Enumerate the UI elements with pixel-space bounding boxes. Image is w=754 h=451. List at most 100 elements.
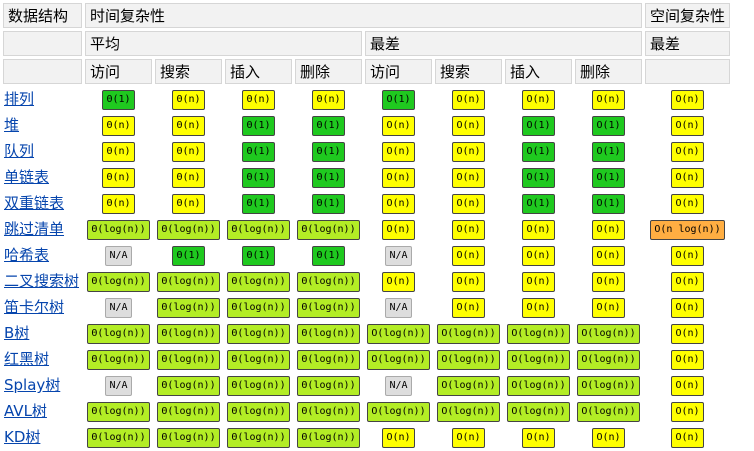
complexity-cell: Θ(1) xyxy=(295,191,362,214)
row-name-cell: 红黑树 xyxy=(3,347,82,370)
complexity-cell: Θ(1) xyxy=(295,243,362,266)
data-structure-link[interactable]: 哈希表 xyxy=(4,246,49,264)
complexity-cell: Θ(1) xyxy=(295,165,362,188)
data-structure-link[interactable]: 堆 xyxy=(4,116,19,134)
header-space-complexity: 空间复杂性 xyxy=(645,3,731,28)
complexity-badge: O(log(n)) xyxy=(577,376,640,396)
complexity-badge: O(n) xyxy=(671,116,704,136)
complexity-cell: O(log(n)) xyxy=(575,321,642,344)
complexity-cell: Θ(n) xyxy=(155,113,222,136)
complexity-cell: O(n) xyxy=(365,217,432,240)
complexity-cell: O(1) xyxy=(575,191,642,214)
complexity-cell: O(n) xyxy=(365,425,432,448)
complexity-badge: O(n) xyxy=(592,428,625,448)
complexity-badge: Θ(n) xyxy=(102,194,135,214)
data-structure-link[interactable]: AVL树 xyxy=(4,402,47,420)
header-row-1: 数据结构 时间复杂性 空间复杂性 xyxy=(3,3,731,28)
complexity-cell: O(n) xyxy=(505,217,572,240)
data-structure-link[interactable]: B树 xyxy=(4,324,29,342)
complexity-cell: O(n) xyxy=(435,295,502,318)
complexity-badge: O(log(n)) xyxy=(437,376,500,396)
complexity-cell: O(n log(n)) xyxy=(645,217,730,240)
complexity-cell: Θ(log(n)) xyxy=(155,321,222,344)
complexity-badge: O(n) xyxy=(671,194,704,214)
complexity-cell: Θ(log(n)) xyxy=(85,425,152,448)
data-structure-link[interactable]: 红黑树 xyxy=(4,350,49,368)
complexity-cell: O(1) xyxy=(505,113,572,136)
complexity-cell: O(n) xyxy=(645,425,730,448)
complexity-badge: O(n) xyxy=(382,272,415,292)
complexity-badge: Θ(n) xyxy=(102,168,135,188)
complexity-cell: Θ(1) xyxy=(85,87,152,110)
complexity-cell: O(log(n)) xyxy=(435,321,502,344)
table-row: 队列 Θ(n) Θ(n) Θ(1) Θ(1) O(n) O(n) O(1) O(1) O(n) xyxy=(3,139,730,162)
data-structure-link[interactable]: Splay树 xyxy=(4,376,60,394)
data-structure-link[interactable]: 双重链表 xyxy=(4,194,64,212)
complexity-badge: O(log(n)) xyxy=(437,324,500,344)
complexity-cell: N/A xyxy=(85,295,152,318)
data-structure-link[interactable]: 队列 xyxy=(4,142,34,160)
complexity-cell: O(n) xyxy=(645,269,730,292)
complexity-cell: O(n) xyxy=(435,217,502,240)
complexity-cell: Θ(log(n)) xyxy=(155,373,222,396)
complexity-badge: O(log(n)) xyxy=(577,402,640,422)
complexity-badge: Θ(1) xyxy=(102,90,135,110)
complexity-cell: O(n) xyxy=(575,295,642,318)
complexity-badge: Θ(log(n)) xyxy=(157,402,220,422)
complexity-badge: O(1) xyxy=(592,194,625,214)
complexity-badge: Θ(log(n)) xyxy=(157,324,220,344)
complexity-badge: O(n) xyxy=(452,142,485,162)
complexity-badge: Θ(log(n)) xyxy=(87,428,150,448)
complexity-badge: O(n) xyxy=(452,90,485,110)
header-blank xyxy=(3,59,82,84)
complexity-cell: O(n) xyxy=(505,243,572,266)
complexity-badge: Θ(log(n)) xyxy=(297,220,360,240)
complexity-badge: O(n) xyxy=(592,90,625,110)
complexity-cell: O(n) xyxy=(435,425,502,448)
complexity-badge: O(n) xyxy=(592,272,625,292)
complexity-badge: N/A xyxy=(385,298,412,318)
complexity-badge: Θ(n) xyxy=(172,90,205,110)
complexity-badge: O(n) xyxy=(382,168,415,188)
complexity-badge: O(1) xyxy=(522,142,555,162)
complexity-badge: Θ(n) xyxy=(312,90,345,110)
complexity-cell: Θ(log(n)) xyxy=(295,425,362,448)
complexity-cell: Θ(log(n)) xyxy=(85,399,152,422)
complexity-badge: O(n) xyxy=(452,168,485,188)
complexity-badge: Θ(1) xyxy=(242,168,275,188)
complexity-cell: O(log(n)) xyxy=(575,399,642,422)
complexity-cell: O(n) xyxy=(435,243,502,266)
complexity-cell: O(log(n)) xyxy=(365,321,432,344)
data-structure-link[interactable]: 二叉搜索树 xyxy=(4,272,79,290)
complexity-cell: O(n) xyxy=(435,165,502,188)
data-structure-link[interactable]: 单链表 xyxy=(4,168,49,186)
complexity-badge: Θ(log(n)) xyxy=(157,350,220,370)
complexity-badge: O(n) xyxy=(522,272,555,292)
complexity-cell: O(log(n)) xyxy=(435,399,502,422)
complexity-badge: N/A xyxy=(105,246,132,266)
row-name-cell: 队列 xyxy=(3,139,82,162)
header-op: 搜索 xyxy=(435,59,502,84)
row-name-cell: B树 xyxy=(3,321,82,344)
table-row: AVL树 Θ(log(n)) Θ(log(n)) Θ(log(n)) Θ(log(n))… xyxy=(3,399,730,422)
data-structure-link[interactable]: 跳过清单 xyxy=(4,220,64,238)
data-structure-link[interactable]: 笛卡尔树 xyxy=(4,298,64,316)
complexity-cell: Θ(1) xyxy=(225,113,292,136)
complexity-cell: N/A xyxy=(365,295,432,318)
complexity-cell: Θ(1) xyxy=(155,243,222,266)
complexity-badge: Θ(1) xyxy=(172,246,205,266)
complexity-cell: O(n) xyxy=(645,399,730,422)
data-structure-link[interactable]: 排列 xyxy=(4,90,34,108)
data-structure-link[interactable]: KD树 xyxy=(4,428,40,446)
row-name-cell: AVL树 xyxy=(3,399,82,422)
complexity-cell: Θ(n) xyxy=(85,139,152,162)
complexity-badge: Θ(log(n)) xyxy=(227,324,290,344)
table-row: 笛卡尔树 N/A Θ(log(n)) Θ(log(n)) Θ(log(n)) N/A O(n… xyxy=(3,295,730,318)
complexity-cell: O(n) xyxy=(365,269,432,292)
complexity-cell: Θ(log(n)) xyxy=(225,347,292,370)
header-op: 插入 xyxy=(225,59,292,84)
row-name-cell: 单链表 xyxy=(3,165,82,188)
complexity-badge: O(log(n)) xyxy=(367,324,430,344)
complexity-badge: Θ(n) xyxy=(242,90,275,110)
row-name-cell: 跳过清单 xyxy=(3,217,82,240)
